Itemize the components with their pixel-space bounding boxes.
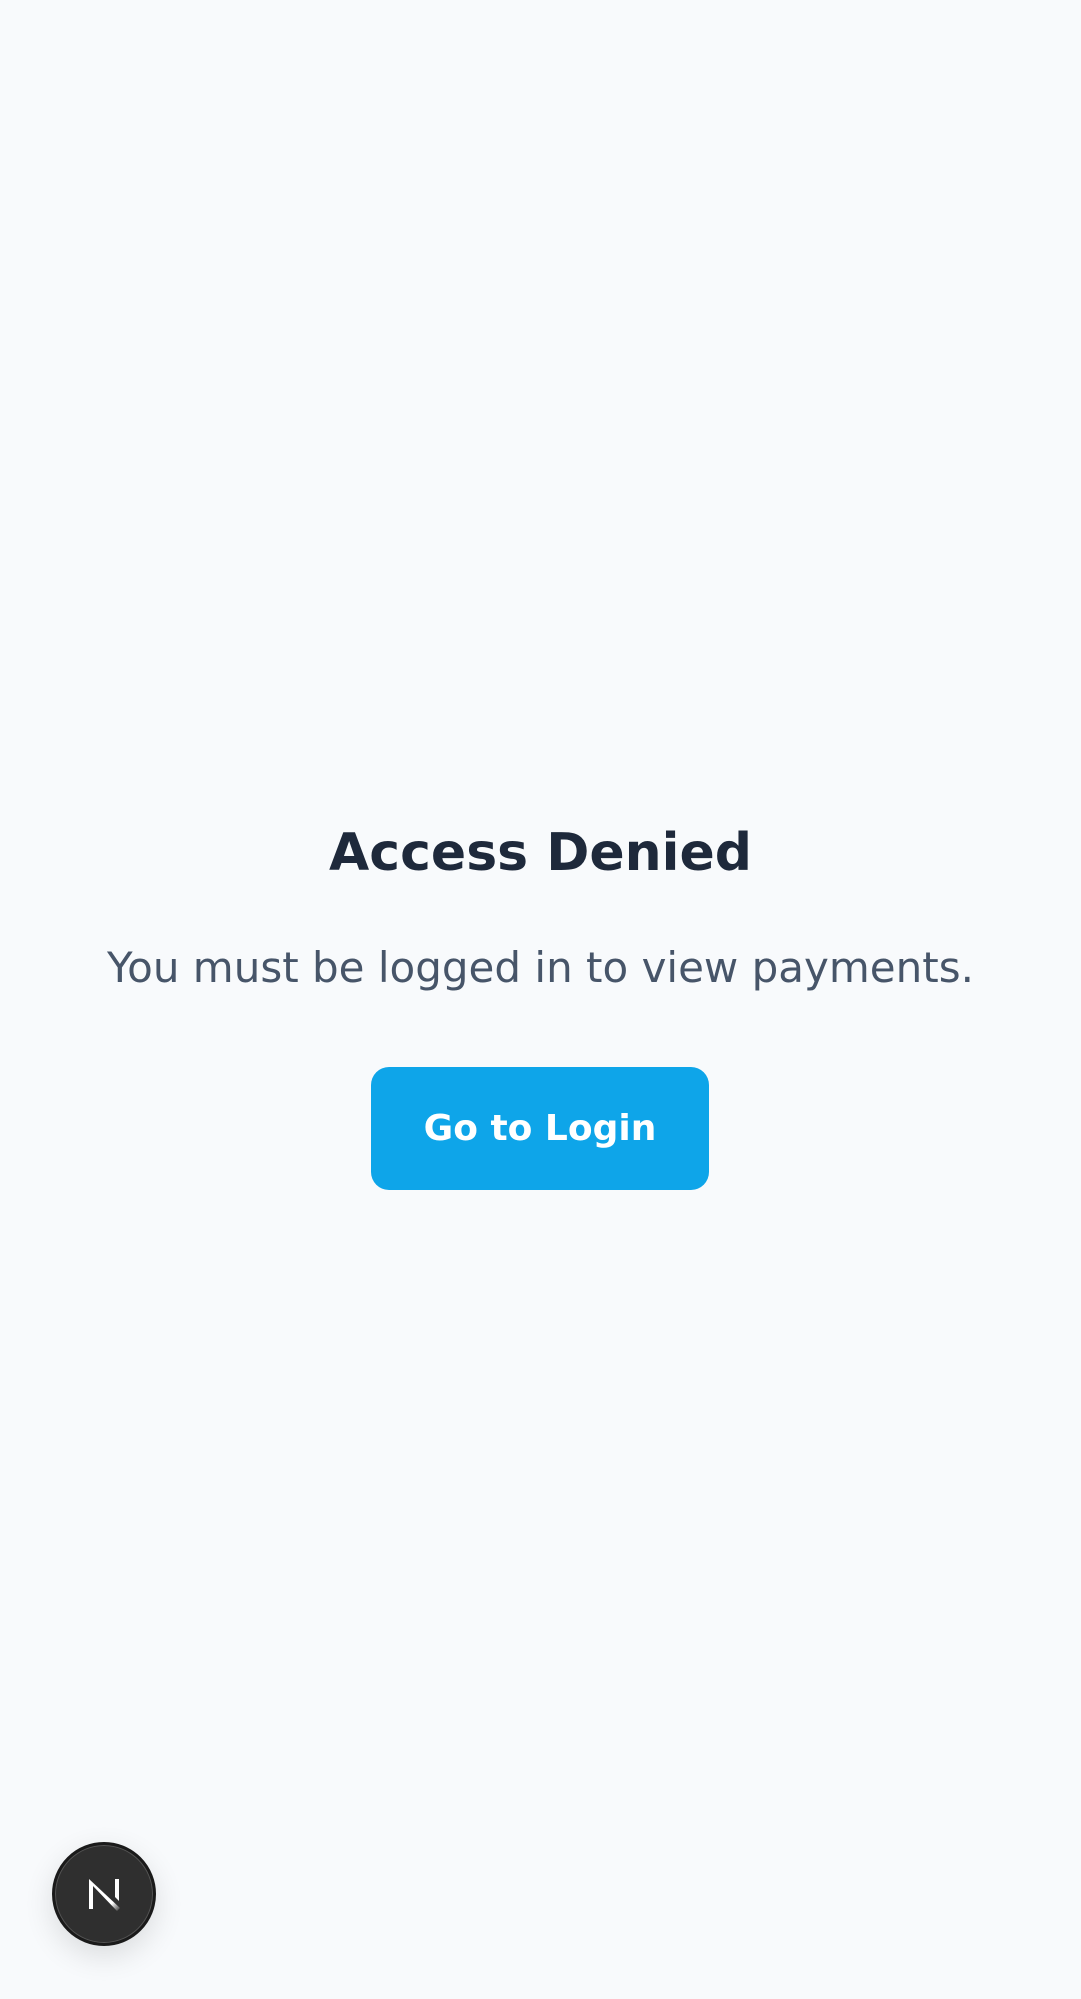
next-dev-tools-button[interactable] bbox=[52, 1842, 156, 1946]
next-logo-icon bbox=[89, 1879, 120, 1911]
access-denied-message: You must be logged in to view payments. bbox=[107, 943, 974, 992]
go-to-login-button[interactable]: Go to Login bbox=[371, 1067, 709, 1190]
page-title: Access Denied bbox=[329, 823, 752, 883]
